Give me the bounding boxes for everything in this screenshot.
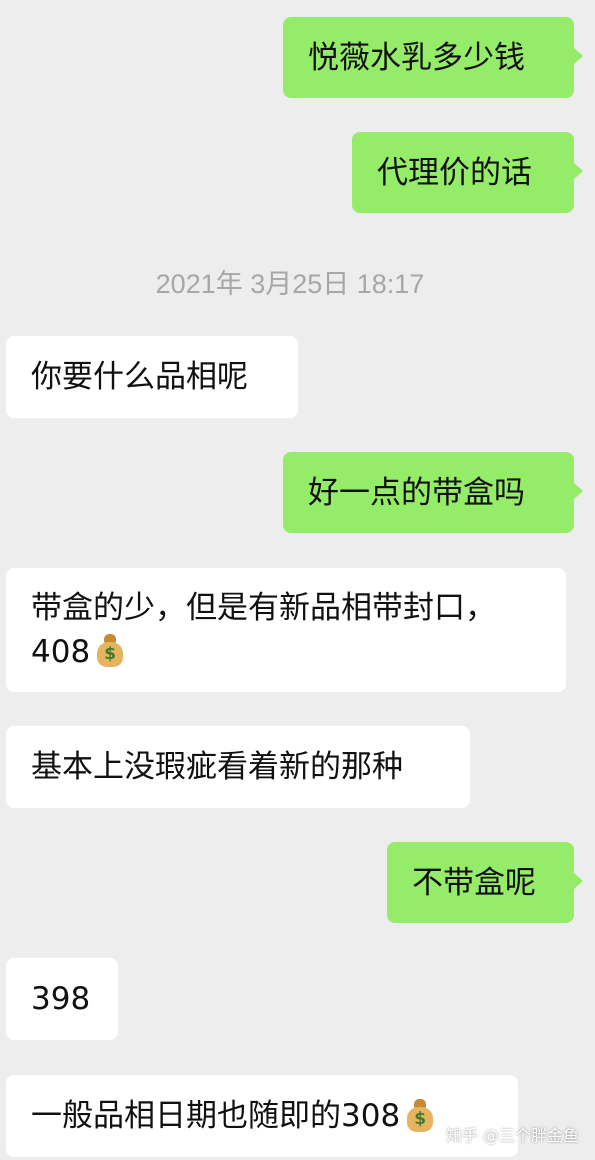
received-message-bubble[interactable]: 基本上没瑕疵看着新的那种 (6, 726, 470, 808)
message-text: 悦薇水乳多少钱 (308, 39, 525, 76)
message-text: 带盒的少，但是有新品相带封口， (31, 590, 496, 626)
message-text: 你要什么品相呢 (31, 359, 248, 395)
received-message-bubble[interactable]: 带盒的少，但是有新品相带封口， 408 $ (6, 568, 566, 692)
moneybag-icon: $ (406, 1099, 434, 1133)
received-message-bubble[interactable]: 你要什么品相呢 (6, 336, 298, 418)
message-text: 一般品相日期也随即的308 (31, 1098, 401, 1134)
watermark: 知乎 @三个胖金鱼 (445, 1126, 579, 1145)
message-text: 代理价的话 (377, 154, 532, 191)
message-text: 398 (31, 981, 91, 1017)
message-text: 好一点的带盒吗 (308, 474, 525, 511)
chat-timestamp: 2021年 3月25日 18:17 (155, 269, 425, 299)
received-message-bubble[interactable]: 398 (6, 958, 118, 1040)
sent-message-bubble[interactable]: 悦薇水乳多少钱 (283, 17, 583, 98)
message-text: 基本上没瑕疵看着新的那种 (31, 749, 403, 785)
received-message-bubble[interactable]: 一般品相日期也随即的308 $ (6, 1075, 518, 1157)
sent-message-bubble[interactable]: 代理价的话 (352, 132, 583, 213)
sent-message-bubble[interactable]: 不带盒呢 (387, 842, 583, 923)
sent-message-bubble[interactable]: 好一点的带盒吗 (283, 452, 583, 533)
message-text: 不带盒呢 (412, 864, 536, 901)
message-content: 带盒的少，但是有新品相带封口， 408 $ (31, 586, 496, 674)
message-text-line2: 408 (31, 634, 91, 670)
moneybag-icon: $ (96, 634, 124, 668)
